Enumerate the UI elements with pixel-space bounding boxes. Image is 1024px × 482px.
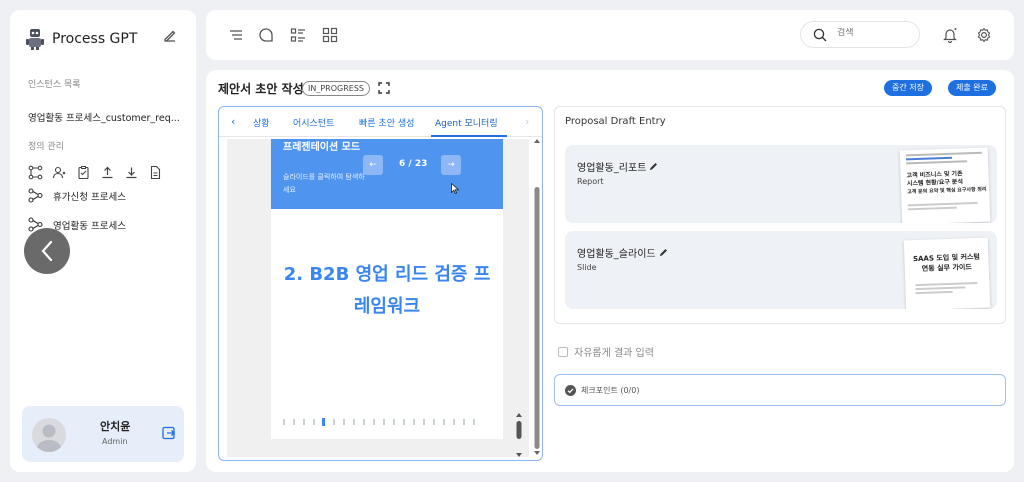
slide-counter: 6 / 23 [399,159,428,169]
process-map-icon[interactable] [28,165,43,180]
workspace-panel: ‹ 상황 어시스턴트 빠른 초안 생성 Agent 모니터링 › 프레젠테이션 … [218,106,543,461]
document-card[interactable]: 영업활동_슬라이드 Slide SAAS 도입 및 커스텀 연동 실무 가이드 [565,231,997,309]
document-type: Slide [577,263,597,272]
tab-bar: ‹ 상황 어시스턴트 빠른 초안 생성 Agent 모니터링 › [219,107,542,137]
avatar[interactable] [32,418,66,452]
report-thumbnail: 고객 비즈니스 및 기존 시스템 현황/요구 분석 고객 문의 요약 및 핵심 … [899,147,991,223]
tab-situation[interactable]: 상황 [253,116,270,129]
process-label: 휴가신청 프로세스 [53,191,126,203]
search-input[interactable] [837,28,907,38]
tab-scroll-right-icon[interactable]: › [525,115,529,128]
chat-icon[interactable] [258,27,274,43]
sidebar: Process GPT 인스턴스 목록 영업활동 프로세스_customer_r… [10,10,196,472]
logout-icon[interactable] [162,426,176,440]
active-tab-indicator [431,135,507,137]
save-draft-button[interactable]: 중간 저장 [884,80,932,96]
checklist-icon[interactable] [290,27,306,43]
collapse-sidebar-button[interactable] [24,228,70,274]
user-name: 안치윤 [100,420,131,433]
search-icon [813,28,827,42]
download-icon[interactable] [124,165,139,180]
inner-scrollbar[interactable] [515,413,523,457]
slide-preview: 프레젠테이션 모드 슬라이드를 클릭하여 탐색하세요 ← 6 / 23 → 2.… [227,139,529,457]
top-bar [206,10,1014,60]
slide-progress-track[interactable] [283,418,483,426]
document-icon[interactable] [148,165,163,180]
tab-agent-monitoring[interactable]: Agent 모니터링 [435,116,498,129]
gear-icon[interactable] [976,27,992,43]
mouse-cursor-icon [451,183,459,194]
thumb-line: 연동 실무 가이드 [921,263,972,273]
prev-slide-button[interactable]: ← [363,155,383,175]
grid-icon[interactable] [322,27,338,43]
chevron-left-icon [41,240,53,262]
search-box[interactable] [800,21,920,48]
bell-icon[interactable] [942,27,958,43]
page-title: 제안서 초안 작성 [218,82,304,96]
free-input-label: 자유롭게 결과 입력 [574,348,654,359]
slide[interactable]: 2. B2B 영업 리드 검증 프레임워크 [271,209,503,439]
document-name: 영업활동_리포트 [577,159,658,174]
status-badge: IN_PROGRESS [302,81,370,96]
brand[interactable]: Process GPT [26,28,137,50]
presentation-hint: 슬라이드를 클릭하여 탐색하세요 [283,173,365,194]
definition-toolbar [28,165,163,180]
process-label: 영업활동 프로세스 [53,220,126,232]
document-type: Report [577,177,604,186]
slide-thumbnail: SAAS 도입 및 커스텀 연동 실무 가이드 [903,237,991,309]
document-name-text: 영업활동_리포트 [577,163,647,174]
proposal-draft-panel: Proposal Draft Entry 영업활동_리포트 Report 고객 … [554,106,1006,324]
free-input-toggle[interactable]: 자유롭게 결과 입력 [558,344,654,359]
instance-item[interactable]: 영업활동 프로세스_customer_req... [28,110,188,124]
proposal-title: Proposal Draft Entry [565,116,666,127]
checkpoint-label: 체크포인트 (0/0) [581,386,640,395]
definitions-section-label: 정의 관리 [28,142,64,152]
process-flow-icon [28,188,43,203]
check-circle-icon [565,385,576,396]
clipboard-icon[interactable] [76,165,91,180]
edit-icon[interactable] [162,28,178,44]
pencil-icon[interactable] [659,248,668,257]
document-name-text: 영업활동_슬라이드 [577,249,656,260]
users-icon[interactable] [52,165,67,180]
process-item[interactable]: 휴가신청 프로세스 [28,188,126,203]
main-panel: 제안서 초안 작성 IN_PROGRESS 중간 저장 제출 완료 ‹ 상황 어… [206,70,1014,472]
menu-icon[interactable] [228,27,244,43]
tab-assistant[interactable]: 어시스턴트 [293,116,334,129]
pencil-icon[interactable] [649,162,658,171]
user-card: 안치윤 Admin [22,406,184,462]
checkbox[interactable] [558,346,568,357]
document-name: 영업활동_슬라이드 [577,245,668,260]
tab-scroll-left-icon[interactable]: ‹ [231,115,235,128]
user-role: Admin [102,437,128,446]
thumb-line: 고객 문의 요약 및 핵심 요구사항 정리 [907,186,987,196]
app-name: Process GPT [52,31,138,47]
upload-icon[interactable] [100,165,115,180]
submit-button[interactable]: 제출 완료 [948,80,996,96]
instances-section-label: 인스턴스 목록 [28,80,81,90]
presentation-mode-title: 프레젠테이션 모드 [283,142,361,153]
presentation-header: 프레젠테이션 모드 슬라이드를 클릭하여 탐색하세요 ← 6 / 23 → [271,139,503,209]
tab-quick-draft[interactable]: 빠른 초안 생성 [359,116,414,129]
slide-title: 2. B2B 영업 리드 검증 프레임워크 [283,264,491,317]
next-slide-button[interactable]: → [441,155,461,175]
panel-scrollbar[interactable] [533,137,541,457]
robot-logo-icon [26,29,44,50]
document-card[interactable]: 영업활동_리포트 Report 고객 비즈니스 및 기존 시스템 현황/요구 분… [565,145,997,223]
checkpoint-section[interactable]: 체크포인트 (0/0) [554,374,1006,406]
fullscreen-icon[interactable] [378,82,390,94]
